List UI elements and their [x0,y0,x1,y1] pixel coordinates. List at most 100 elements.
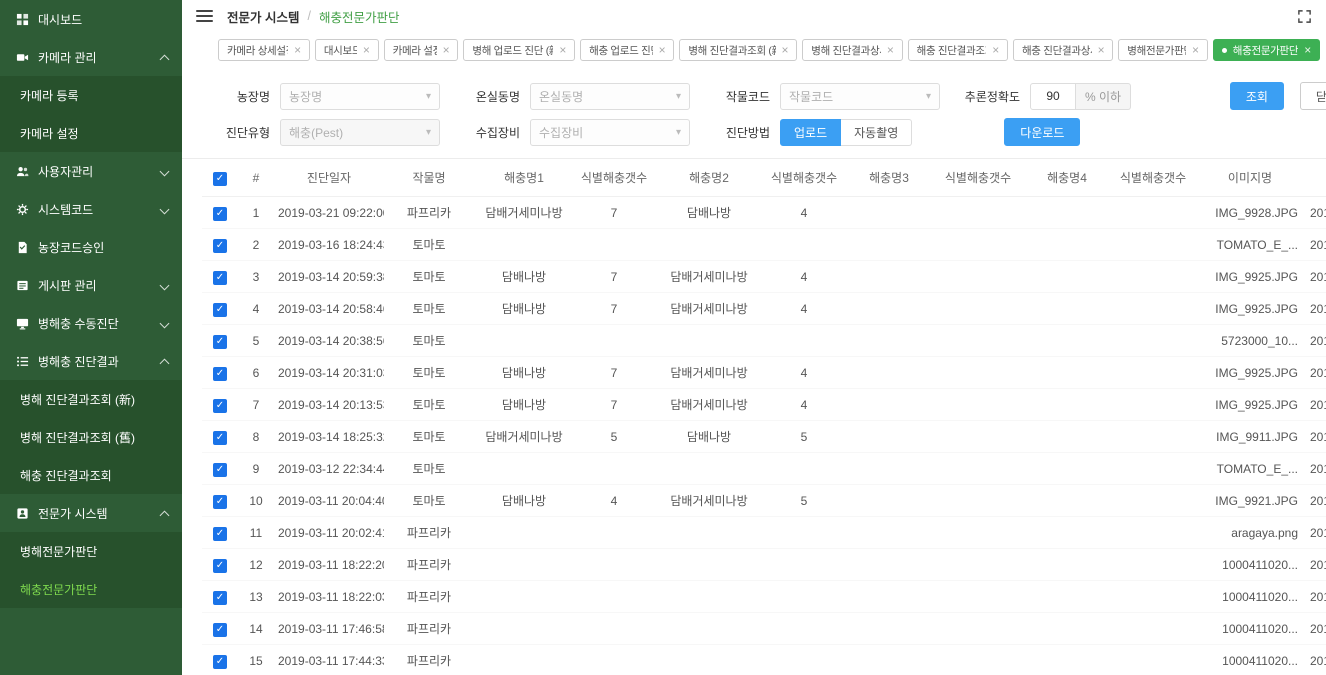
tab-close-icon[interactable]: × [1304,44,1311,56]
diagnosis-type-select[interactable]: 해충(Pest) ▾ [280,119,440,146]
row-checkbox[interactable]: ✓ [213,559,227,573]
tab[interactable]: 병해전문가판단 × [1118,39,1207,61]
download-button[interactable]: 다운로드 [1004,118,1080,146]
sidebar-subitem[interactable]: 병해 진단결과조회 (舊) [0,418,182,456]
fullscreen-icon[interactable] [1297,9,1312,24]
cell: 파프리카 [384,517,474,549]
cell: 2019-03-12 22:34:44 [274,453,384,485]
tab-close-icon[interactable]: × [559,44,566,56]
tab-close-icon[interactable]: × [992,44,999,56]
row-checkbox[interactable]: ✓ [213,303,227,317]
sidebar-item[interactable]: 농장코드승인 [0,228,182,266]
method-upload-button[interactable]: 업로드 [780,119,841,146]
tab[interactable]: 해충전문가판단× [1213,39,1320,61]
menu-toggle-icon[interactable] [196,10,213,22]
tab[interactable]: 해충 진단결과상세× [1013,39,1113,61]
sidebar-subitem[interactable]: 병해전문가판단 [0,532,182,570]
sidebar-item[interactable]: 대시보드 [0,0,182,38]
sidebar-subitem[interactable]: 카메라 등록 [0,76,182,114]
crop-code-select[interactable]: 작물코드 ▾ [780,83,940,110]
sidebar-item[interactable]: 시스템코드 [0,190,182,228]
row-checkbox[interactable]: ✓ [213,623,227,637]
tab-close-icon[interactable]: × [782,44,789,56]
cell: 4 [764,389,844,421]
tab[interactable]: 병해 업로드 진단 (新)× [463,39,575,61]
table-row: ✓12019-03-21 09:22:00파프리카담배거세미나방7담배나방4IM… [202,197,1326,229]
row-checkbox[interactable]: ✓ [213,431,227,445]
cell [934,549,1022,581]
sidebar-item[interactable]: 병해충 진단결과 [0,342,182,380]
device-select[interactable]: 수집장비 ▾ [530,119,690,146]
tab[interactable]: 병해 진단결과상세× [802,39,902,61]
tab-close-icon[interactable]: × [659,44,666,56]
cell [654,517,764,549]
sidebar-subitem[interactable]: 해충전문가판단 [0,570,182,608]
topbar: 전문가 시스템 / 해충전문가판단 [182,0,1326,32]
row-checkbox[interactable]: ✓ [213,527,227,541]
greenhouse-placeholder: 온실동명 [539,88,583,105]
tab[interactable]: 해충 진단결과조회× [908,39,1008,61]
row-checkbox[interactable]: ✓ [213,591,227,605]
row-checkbox[interactable]: ✓ [213,655,227,669]
cell [934,229,1022,261]
accuracy-input[interactable] [1030,83,1076,110]
table-row: ✓92019-03-12 22:34:44토마토TOMATO_E_...201 [202,453,1326,485]
sidebar-item[interactable]: 전문가 시스템 [0,494,182,532]
column-header [1306,159,1326,197]
column-header: 해충명2 [654,159,764,197]
tab[interactable]: 해충 업로드 진단× [580,39,674,61]
tab-close-icon[interactable]: × [294,44,301,56]
row-checkbox[interactable]: ✓ [213,399,227,413]
cell: 토마토 [384,453,474,485]
row-checkbox[interactable]: ✓ [213,271,227,285]
method-auto-button[interactable]: 자동촬영 [841,119,912,146]
sidebar-item[interactable]: 카메라 관리 [0,38,182,76]
tab-close-icon[interactable]: × [1192,44,1199,56]
row-checkbox-cell: ✓ [202,421,238,453]
farm-name-select[interactable]: 농장명 ▾ [280,83,440,110]
tab-close-icon[interactable]: × [363,44,370,56]
greenhouse-label: 온실동명 [440,88,520,105]
row-checkbox[interactable]: ✓ [213,239,227,253]
cell [1022,453,1112,485]
search-button[interactable]: 조회 [1230,82,1284,110]
cell [1022,581,1112,613]
cell [654,581,764,613]
select-all-checkbox[interactable]: ✓ [213,172,227,186]
cell: 5 [574,421,654,453]
tab-close-icon[interactable]: × [887,44,894,56]
tab[interactable]: 병해 진단결과조회 (新)× [679,39,797,61]
cell [474,613,574,645]
diagnosis-type-value: 해충(Pest) [289,124,343,141]
cell: 7 [574,357,654,389]
tab-label: 병해전문가판단 [1127,43,1186,58]
cell [934,613,1022,645]
tab[interactable]: 카메라 상세설정× [218,39,310,61]
row-checkbox[interactable]: ✓ [213,207,227,221]
row-checkbox[interactable]: ✓ [213,335,227,349]
sidebar-subitem[interactable]: 병해 진단결과조회 (新) [0,380,182,418]
sidebar-subitem[interactable]: 카메라 설정 [0,114,182,152]
cell [844,517,934,549]
tab-close-icon[interactable]: × [1098,44,1105,56]
cell: 7 [574,197,654,229]
tab-close-icon[interactable]: × [443,44,450,56]
table-row: ✓122019-03-11 18:22:20파프리카1000411020...2… [202,549,1326,581]
row-checkbox[interactable]: ✓ [213,367,227,381]
tab[interactable]: 대시보드× [315,39,379,61]
sidebar-item[interactable]: 병해충 수동진단 [0,304,182,342]
cell: 2019-03-14 18:25:32 [274,421,384,453]
greenhouse-select[interactable]: 온실동명 ▾ [530,83,690,110]
chevron-down-icon [160,318,170,328]
sidebar-subitem[interactable]: 해충 진단결과조회 [0,456,182,494]
cell [764,549,844,581]
row-checkbox[interactable]: ✓ [213,463,227,477]
row-checkbox[interactable]: ✓ [213,495,227,509]
tab[interactable]: 카메라 설정× [384,39,459,61]
close-button[interactable]: 닫기 [1300,82,1326,110]
device-placeholder: 수집장비 [539,124,583,141]
sidebar-item[interactable]: 사용자관리 [0,152,182,190]
cell [844,357,934,389]
dashboard-icon [15,13,29,26]
sidebar-item[interactable]: 게시판 관리 [0,266,182,304]
